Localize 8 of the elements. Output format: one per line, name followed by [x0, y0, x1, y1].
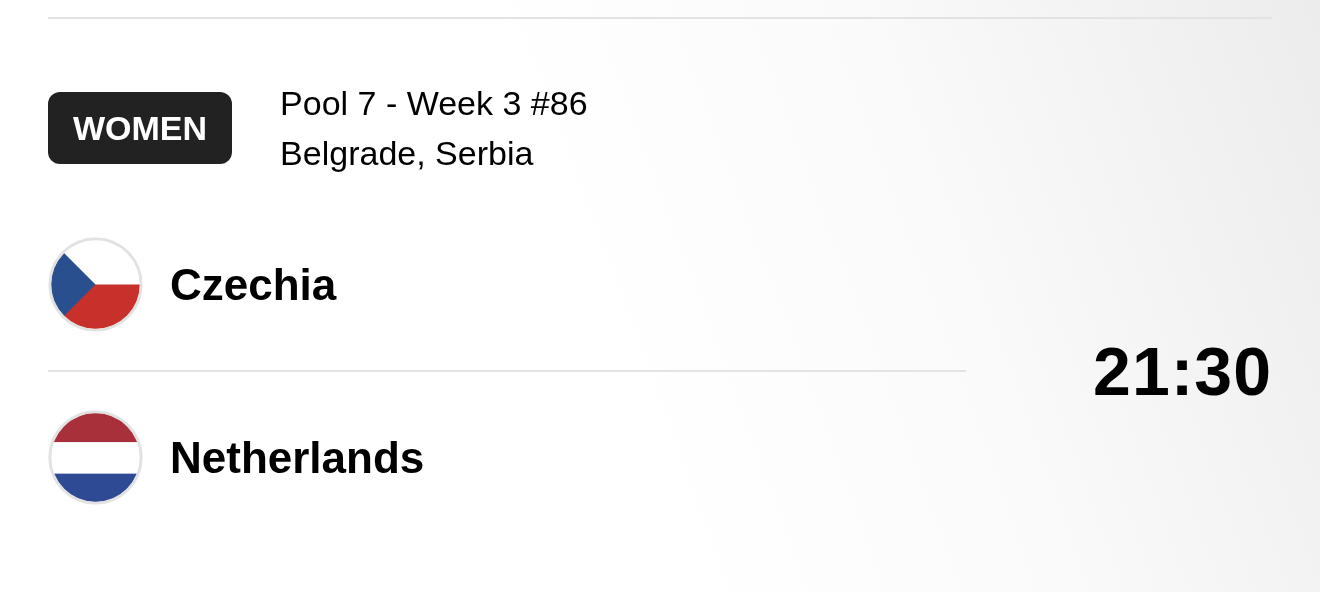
venue-label: Belgrade, Serbia [280, 133, 535, 174]
flag-icon [48, 237, 143, 332]
match-time: 21:30 [1093, 332, 1272, 411]
team-name: Netherlands [170, 431, 425, 484]
flag-icon [48, 410, 143, 505]
team-name: Czechia [170, 258, 337, 311]
category-badge: WOMEN [48, 92, 233, 164]
pool-label: Pool 7 - Week 3 #86 [280, 83, 588, 124]
